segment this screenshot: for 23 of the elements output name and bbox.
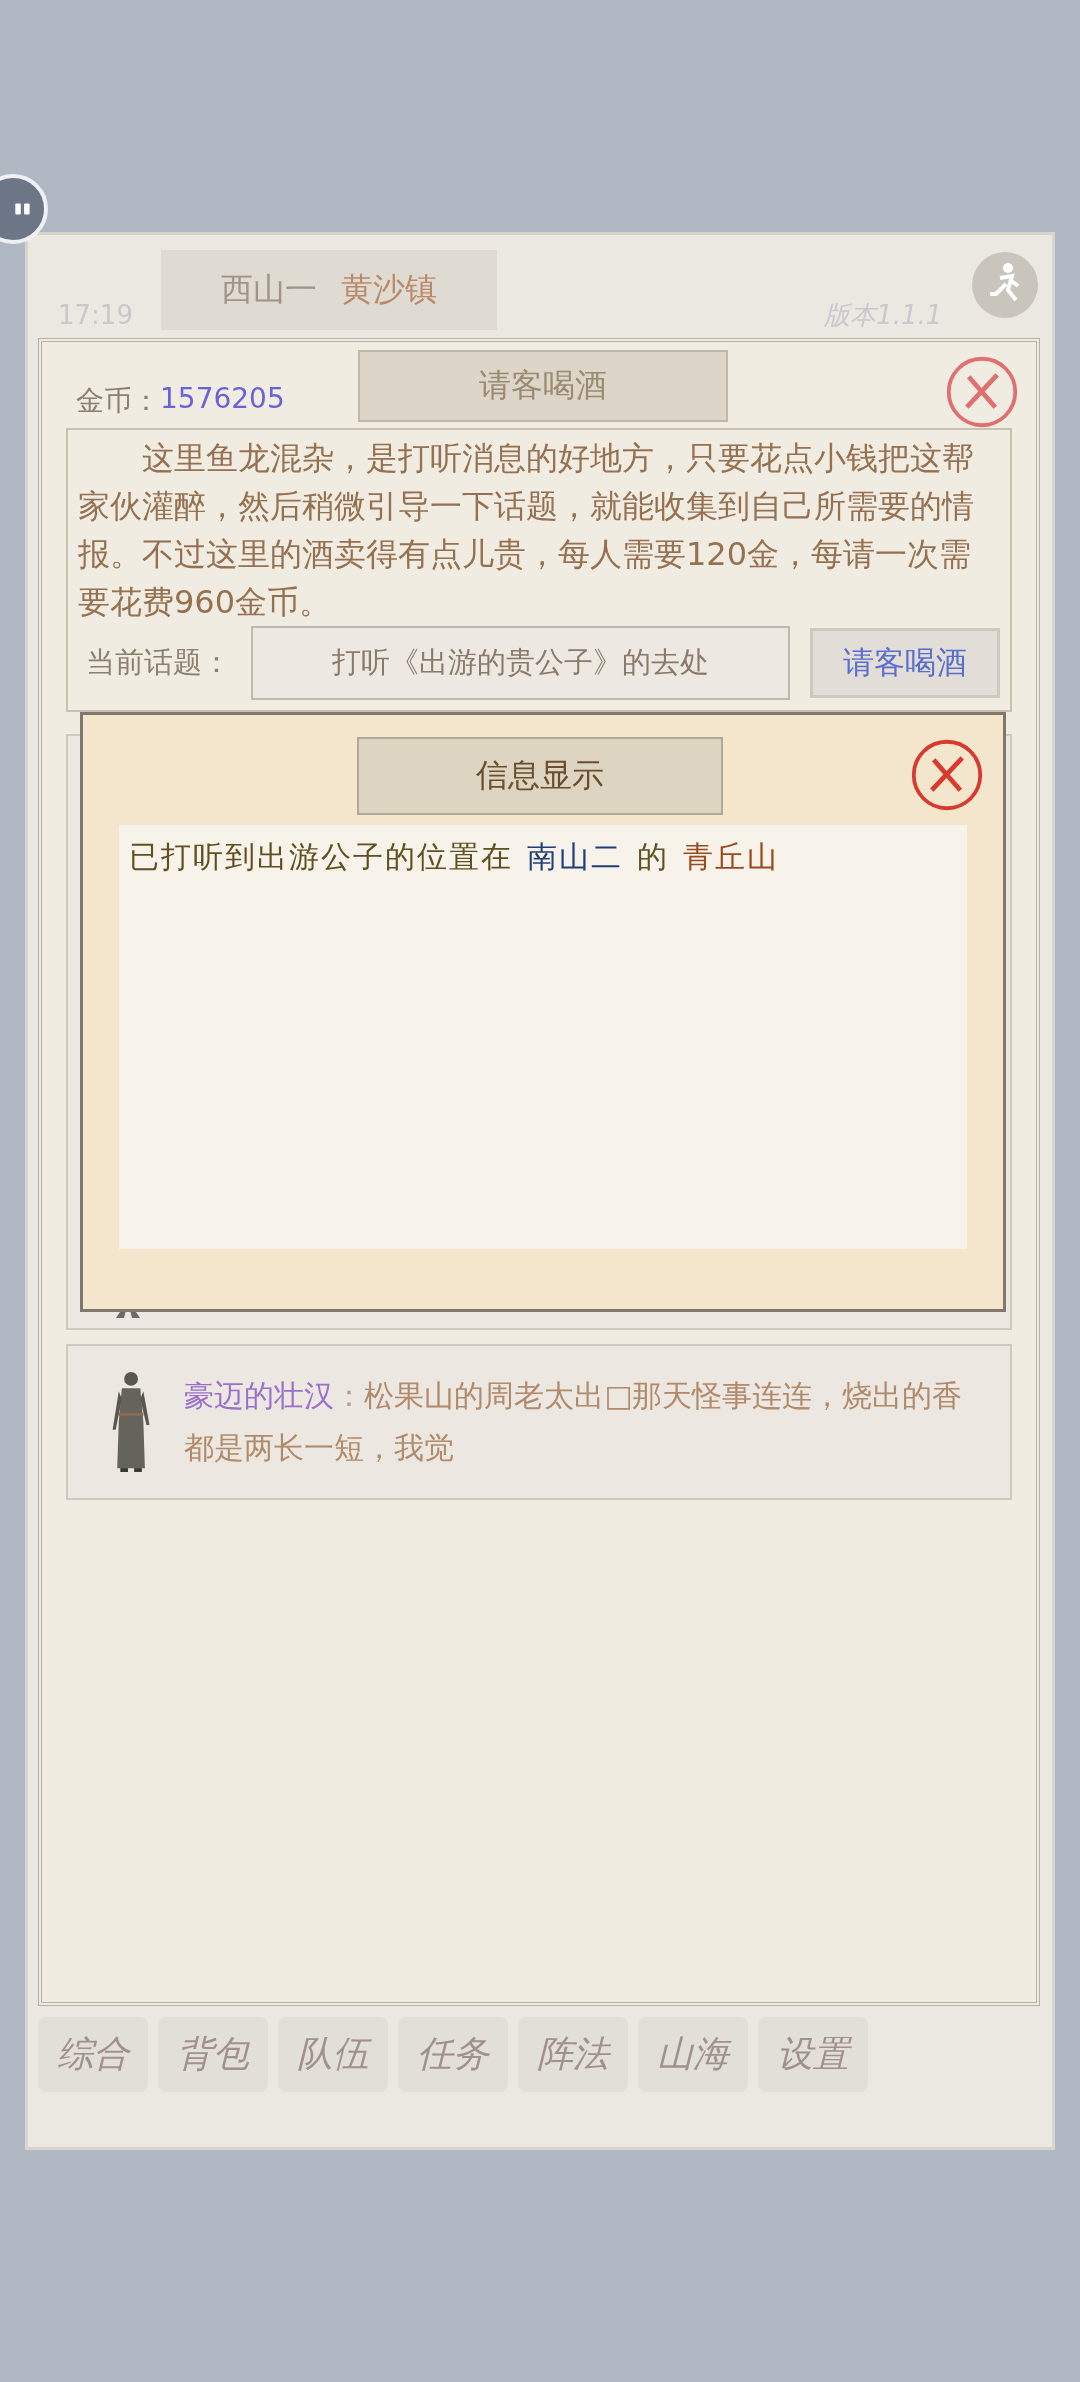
info-title: 信息显示 <box>357 737 723 815</box>
message-text: 的 <box>637 838 669 876</box>
menu-tab[interactable]: 队伍 <box>278 2017 388 2092</box>
menu-tab[interactable]: 设置 <box>758 2017 868 2092</box>
menu-tab[interactable]: 背包 <box>158 2017 268 2092</box>
topic-field[interactable]: 打听《出游的贵公子》的去处 <box>251 626 790 700</box>
message-text: 青丘山 <box>683 838 779 876</box>
coin-label: 金币： <box>76 383 160 419</box>
description-text: 这里鱼龙混杂，是打听消息的好地方，只要花点小钱把这帮家伙灌醉，然后稍微引导一下话题，就能收集到自己所需要的情报。不过这里的酒卖得有点儿贵，每人需要120金，每请一次需要花费960金币。 <box>78 438 975 623</box>
message-text: 已打听到出游公子的位置在 <box>129 838 513 876</box>
message-text: 南山二 <box>527 838 623 876</box>
close-icon[interactable] <box>909 737 985 813</box>
menu-tab[interactable]: 阵法 <box>518 2017 628 2092</box>
location-banner: 西山一 黄沙镇 <box>160 250 497 330</box>
menu-tab[interactable]: 山海 <box>638 2017 748 2092</box>
topic-label: 当前话题： <box>86 644 231 681</box>
coin-amount: 1576205 <box>160 382 285 417</box>
close-icon[interactable] <box>944 354 1020 430</box>
menu-tab[interactable]: 任务 <box>398 2017 508 2092</box>
treat-drinks-button[interactable]: 请客喝酒 <box>810 628 1000 698</box>
menu-tab[interactable]: 综合 <box>38 2017 148 2092</box>
dialog-title: 请客喝酒 <box>358 350 728 422</box>
rumor-text: 豪迈的壮汉：松果山的周老太出□那天怪事连连，烧出的香都是两长一短，我觉 <box>184 1377 964 1467</box>
